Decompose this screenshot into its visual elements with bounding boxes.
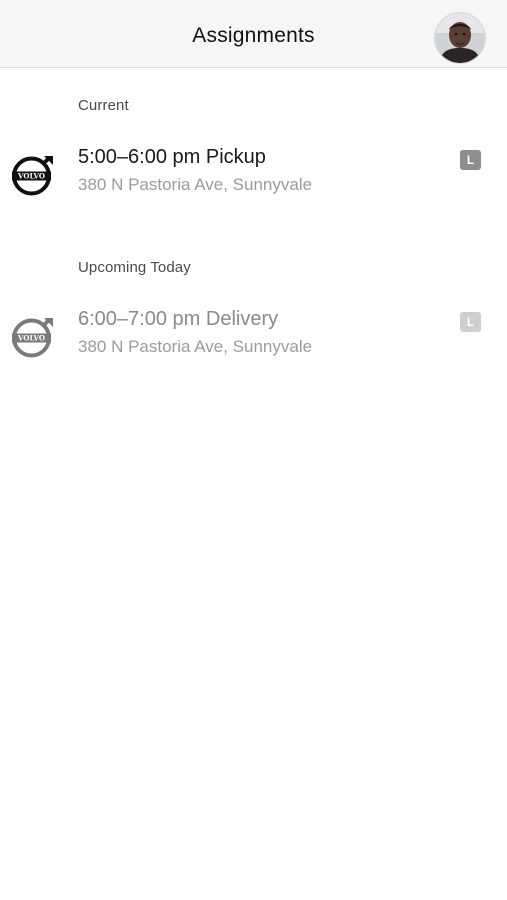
section-header-upcoming-today: Upcoming Today [78, 259, 191, 276]
page-title: Assignments [192, 24, 315, 47]
assignment-address: 380 N Pastoria Ave, Sunnyvale [78, 337, 313, 356]
volvo-logo-icon: VOLVO [12, 318, 53, 358]
assignment-title: 5:00–6:00 pm Pickup [78, 146, 266, 168]
lot-badge: L [460, 150, 481, 170]
volvo-logo-icon: VOLVO [12, 156, 53, 196]
assignments-screen: Assignments Current VOLVO 5:00–6:00 pm P… [0, 0, 507, 900]
volvo-wordmark: VOLVO [17, 172, 45, 181]
navigation-bar: Assignments [0, 0, 507, 68]
lot-badge: L [460, 312, 481, 332]
assignment-row-upcoming[interactable]: VOLVO 6:00–7:00 pm Delivery 380 N Pastor… [0, 302, 507, 372]
assignment-row-current[interactable]: VOLVO 5:00–6:00 pm Pickup 380 N Pastoria… [0, 140, 507, 210]
volvo-wordmark: VOLVO [17, 334, 45, 343]
assignment-address: 380 N Pastoria Ave, Sunnyvale [78, 175, 313, 194]
assignment-title: 6:00–7:00 pm Delivery [78, 308, 279, 330]
section-header-current: Current [78, 97, 129, 114]
user-avatar[interactable] [434, 12, 486, 64]
user-avatar-photo-icon [435, 13, 485, 63]
